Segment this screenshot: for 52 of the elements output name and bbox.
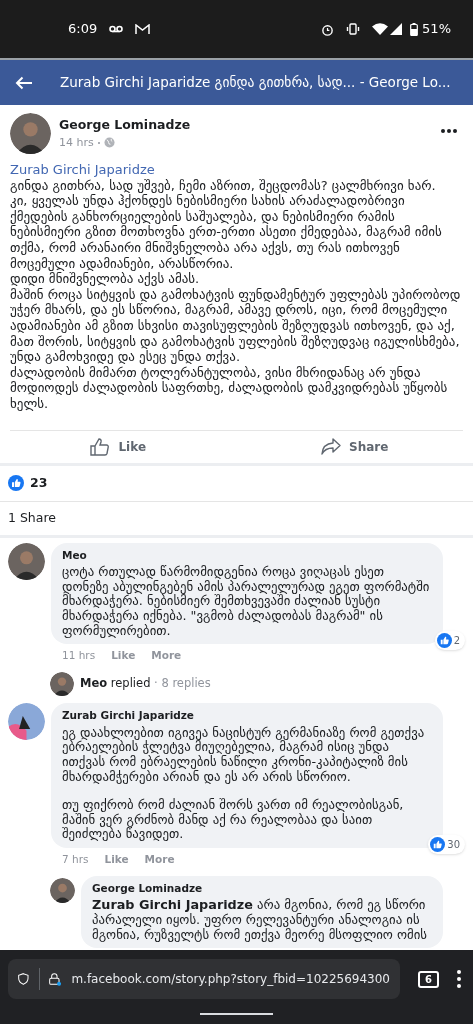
menu-icon[interactable] bbox=[457, 970, 461, 988]
shield-icon[interactable] bbox=[18, 970, 29, 988]
alarm-icon bbox=[321, 22, 335, 36]
avatar bbox=[8, 702, 45, 740]
reaction-badge[interactable]: 2 bbox=[434, 631, 465, 651]
like-button[interactable]: Like bbox=[0, 437, 237, 456]
clock: 6:09 bbox=[68, 20, 98, 39]
url-text: m.facebook.com/story.php?story_fbid=10225694300 bbox=[71, 971, 390, 988]
post-text: გინდა გითხრა, სად უშვებ, ჩემი აზრით, შეცდომას? ცალმხრივი ხარ. bbox=[10, 177, 437, 194]
page-title: Zurab Girchi Japaridze გინდა გითხრა, სად... - George Lo... bbox=[60, 73, 451, 93]
comment-text: თუ ფიქრობ რომ ძალიან შორს ვართ იმ რეალობისგან, მაშინ ვერ გრძნობ მანდ აქ რა რეალობაა და საით შეიძლება წავიდეთ. bbox=[62, 798, 405, 842]
post-text: დიდი მნიშვნელობა აქვს ამას. bbox=[10, 271, 201, 287]
avatar bbox=[50, 671, 74, 696]
avatar bbox=[50, 877, 75, 903]
back-icon bbox=[15, 75, 33, 90]
share-icon bbox=[321, 438, 342, 455]
like-icon bbox=[430, 836, 446, 852]
mail-icon bbox=[135, 23, 151, 35]
share-button[interactable]: Share bbox=[236, 437, 473, 456]
battery-level: 51% bbox=[422, 20, 451, 39]
commenter-name[interactable]: Meo bbox=[62, 547, 87, 564]
address-bar[interactable]: m.facebook.com/story.php?story_fbid=10225694300 bbox=[8, 959, 400, 999]
share-count[interactable]: 1 Share bbox=[8, 508, 56, 528]
post-text: მაშინ როცა სიტყვის და გამოხატვის ფუნდამენტურ უფლებას უპირობოდ უჭერ მხარს, და ეს სწორია, მაგრამ, ამავე დროს, იცი, რომ მოცემული ადამიანები ამ გზით სხვისი თავისუფლების შეზღუდვას ითხოვენ, და აქ, მათ შორის, სიტყვის და გამოხატვის უფლების შეზღუდვაც იგულისხმება, უნდა გამოხვიდე და ესეც უნდა თქვა. bbox=[10, 286, 462, 365]
globe-icon bbox=[103, 137, 115, 149]
comment-text: ცოტა რთულად წარმომიდგენია როცა ვიღაცას ესეთ დონეზე აბულინგებენ ამის პარალელურად ეგეთ ფორმატში მხარდაჭერა. ნებისმიერ შემთხვევაში ძალიან სუსტი მხარდაჭერა იქნება. "ვგმობ ძალადობას მაგრამ" ის ფორმულირებით. bbox=[62, 565, 431, 639]
post-text: კი, ყველას უნდა ჰქონდეს ნებისმიერი სახის არაძალადობრივი ქმედების განხორციელების საშუალება, და ნებისმიერი რამის ნებისმიერი გზით მოთხოვნა ერთ-ერთი ასეთი ქმედებაა, მაგრამ იმის თქმა, რომ არანაირი მნიშვნელობა არა აქვს, თუ რას ითხოვენ მოცემული ადამიანები, არასწორია. bbox=[10, 193, 443, 272]
post-time: 14 hrs bbox=[59, 134, 94, 151]
replies-link[interactable]: Meo replied · 8 replies bbox=[80, 675, 211, 693]
avatar bbox=[10, 113, 51, 154]
vibrate-icon bbox=[346, 23, 361, 35]
commenter-name[interactable]: Zurab Girchi Japaridze bbox=[62, 707, 194, 724]
signal-icon bbox=[390, 23, 403, 35]
comment-text: ეგ დაახლოებით იგივეა ნაცისტურ გერმანიაზე რომ გეთქვა ებრაელების ჭლეტვა მიუღებელია, მაგრამ ისიც უნდა ითქვას რომ ებრაელების ნაწილი კრონი-კაპიტალიზ მის მხარდამჭერები არიან და ეს არ არის სწორიო. bbox=[62, 725, 426, 785]
like-count[interactable]: 23 bbox=[30, 473, 48, 493]
comment-time: 11 hrs bbox=[62, 648, 96, 664]
like-icon bbox=[436, 633, 452, 649]
wifi-icon bbox=[372, 23, 389, 35]
more-icon bbox=[441, 129, 457, 133]
author-name[interactable]: George Lominadze bbox=[59, 115, 427, 135]
comment-text: Zurab Girchi Japaridze არა მგონია, რომ ეგ სწორი პარალელი იყოს. უფრო რელევანტური ანალოგია ის მგონია, რუზველტს რომ ეთქვა მეორე მსოფლიო ომის bbox=[92, 898, 429, 943]
post-text: ძალადობის მიმართ ტოლერანტულობა, ვისი მხრიდანაც არ უნდა მოდიოდეს ძალადობის საფრთხე, ძალადობის დამკვიდრებას უწყობს ხელს. bbox=[10, 364, 449, 412]
commenter-name[interactable]: George Lominadze bbox=[92, 880, 203, 897]
tab-count-button[interactable]: 6 bbox=[418, 970, 439, 988]
battery-icon bbox=[410, 22, 419, 36]
thumbs-up-icon bbox=[90, 437, 111, 456]
comment-time: 7 hrs bbox=[62, 851, 89, 867]
reaction-badge[interactable]: 30 bbox=[428, 834, 465, 854]
voicemail-icon bbox=[109, 25, 124, 33]
like-icon bbox=[8, 475, 24, 491]
mention-link[interactable]: Zurab Girchi Japaridze bbox=[10, 162, 155, 178]
avatar bbox=[8, 542, 45, 580]
